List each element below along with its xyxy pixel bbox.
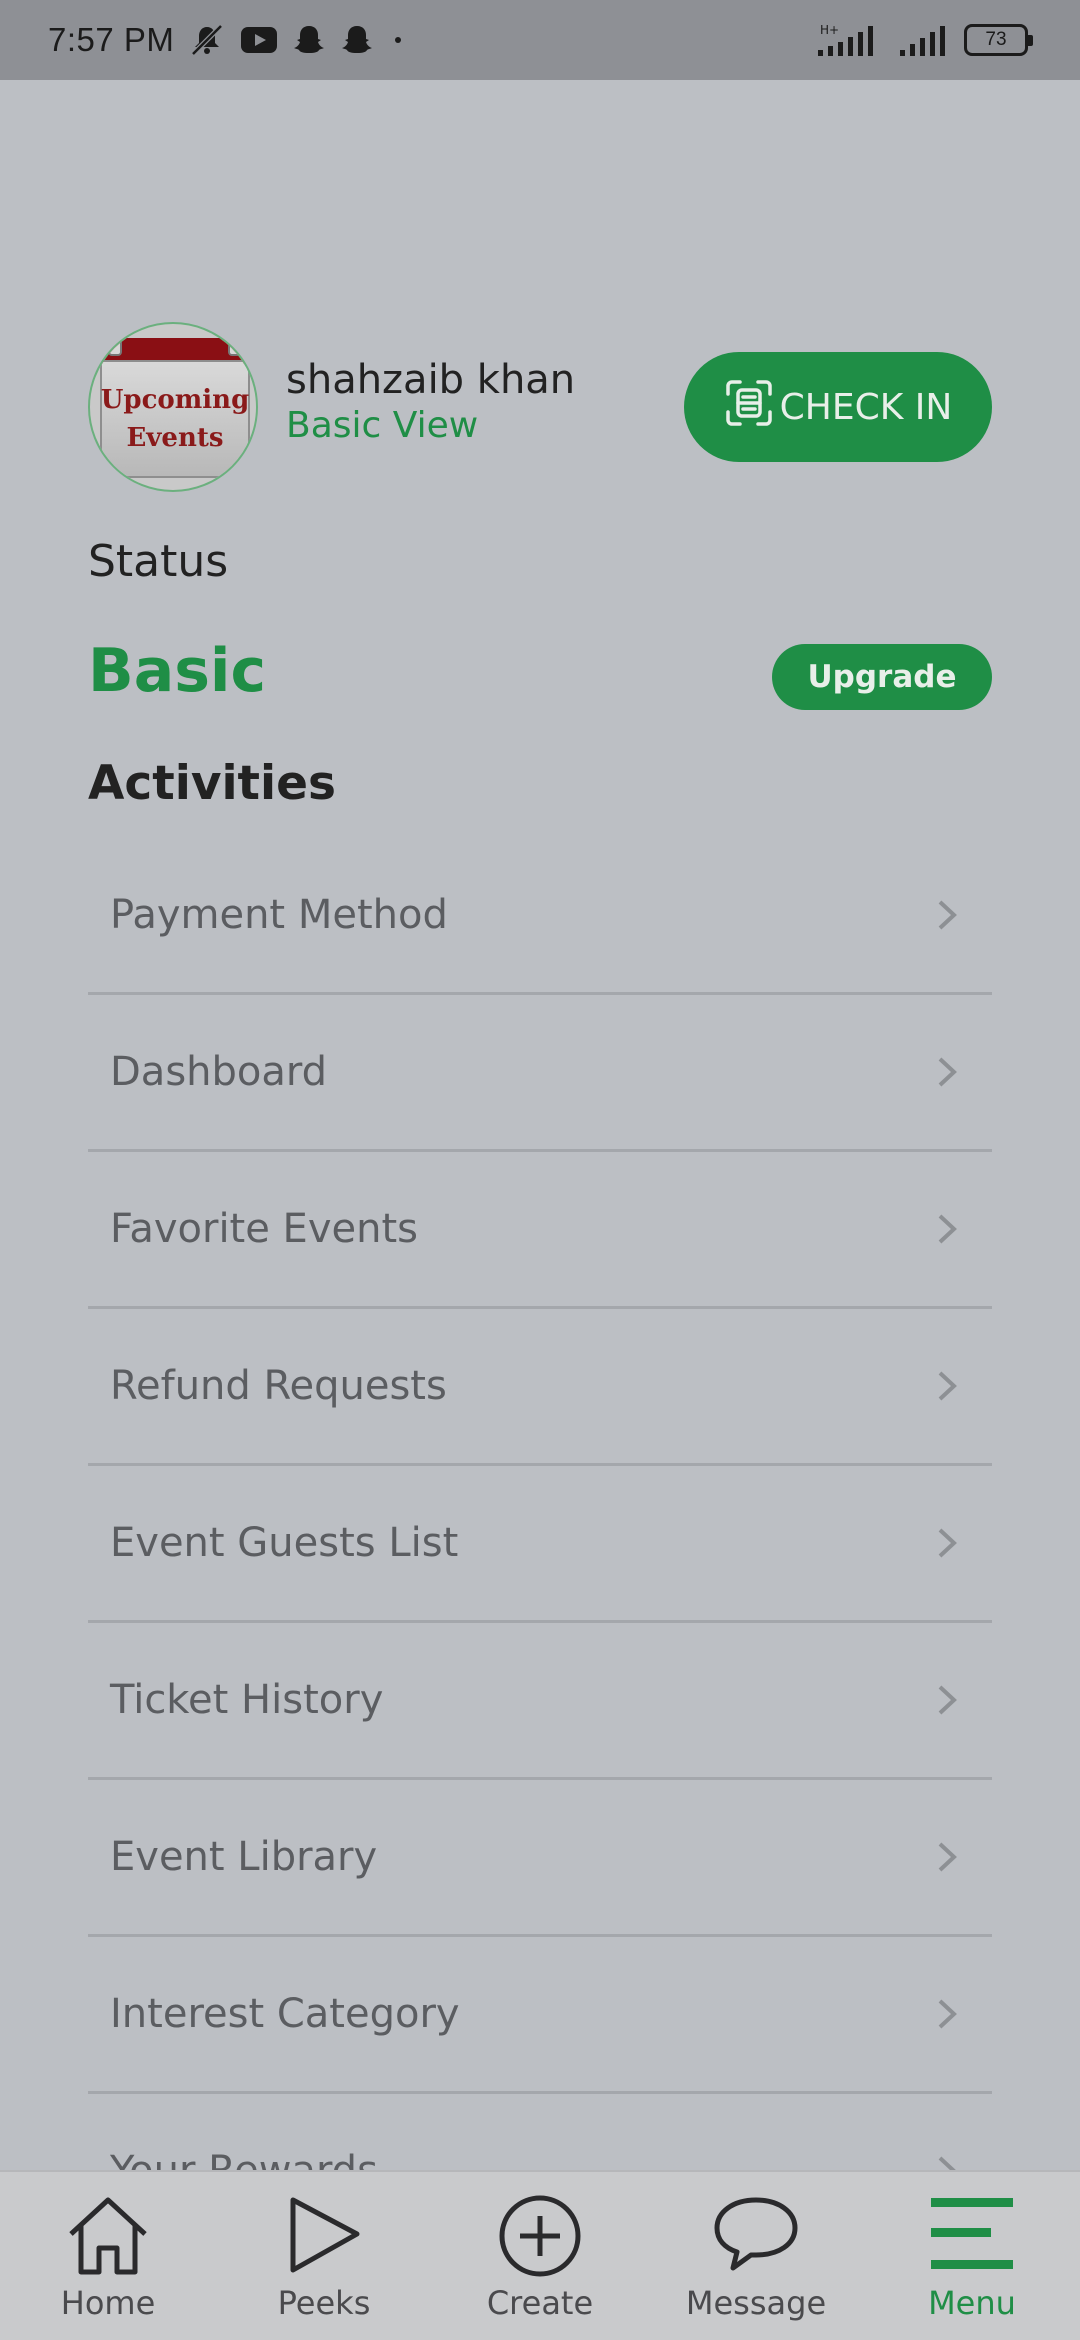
plus-circle-icon [495, 2192, 585, 2282]
nav-create[interactable]: Create [432, 2172, 648, 2340]
avatar-text-line1: Upcoming [100, 385, 250, 415]
mute-icon [188, 23, 226, 57]
menu-item-payment-method[interactable]: Payment Method [88, 838, 992, 995]
avatar-text-line2: Events [126, 423, 224, 453]
youtube-icon [240, 26, 278, 54]
nav-label: Home [60, 2284, 156, 2322]
bottom-nav: Home Peeks Create Message Menu [0, 2170, 1080, 2340]
nav-label: Peeks [277, 2284, 371, 2322]
profile-header: Upcoming Events shahzaib khan Basic View [88, 322, 992, 492]
menu-item-event-library[interactable]: Event Library [88, 1780, 992, 1937]
nav-label: Menu [928, 2284, 1016, 2322]
menu-item-refund-requests[interactable]: Refund Requests [88, 1309, 992, 1466]
nav-label: Create [486, 2284, 594, 2322]
activities-list: Payment Method Dashboard Favorite Events… [88, 838, 992, 2251]
status-bar-right: H+ 73 [814, 22, 1033, 58]
nav-peeks[interactable]: Peeks [216, 2172, 432, 2340]
nav-menu[interactable]: Menu [864, 2172, 1080, 2340]
chevron-right-icon [936, 1840, 958, 1874]
menu-item-favorite-events[interactable]: Favorite Events [88, 1152, 992, 1309]
menu-item-label: Refund Requests [110, 1363, 447, 1409]
menu-item-event-guests-list[interactable]: Event Guests List [88, 1466, 992, 1623]
menu-item-label: Event Guests List [110, 1520, 459, 1566]
status-time: 7:57 PM [48, 21, 175, 58]
menu-item-label: Payment Method [110, 892, 448, 938]
network-type-label: H+ [820, 23, 839, 37]
battery-icon: 73 [964, 24, 1033, 56]
status-heading: Status [88, 536, 229, 587]
avatar[interactable]: Upcoming Events [88, 322, 258, 492]
menu-item-label: Dashboard [110, 1049, 328, 1095]
menu-item-label: Favorite Events [110, 1206, 418, 1252]
status-bar: 7:57 PM H+ 73 [0, 0, 1080, 80]
snapchat-icon [340, 23, 374, 57]
menu-item-interest-category[interactable]: Interest Category [88, 1937, 992, 2094]
menu-icon [927, 2192, 1017, 2282]
menu-item-ticket-history[interactable]: Ticket History [88, 1623, 992, 1780]
menu-item-dashboard[interactable]: Dashboard [88, 995, 992, 1152]
check-in-label: CHECK IN [779, 386, 953, 428]
screen: 7:57 PM H+ 73 Upcoming Events shahzaib k… [0, 0, 1080, 2340]
chevron-right-icon [936, 1526, 958, 1560]
signal-icon [898, 22, 948, 58]
qr-scan-icon [724, 378, 774, 437]
activities-heading: Activities [88, 756, 336, 811]
nav-message[interactable]: Message [648, 2172, 864, 2340]
chevron-right-icon [936, 1055, 958, 1089]
nav-home[interactable]: Home [0, 2172, 216, 2340]
chevron-right-icon [936, 1369, 958, 1403]
user-name: shahzaib khan [286, 357, 576, 403]
chevron-right-icon [936, 1683, 958, 1717]
upgrade-button[interactable]: Upgrade [772, 644, 992, 710]
menu-item-label: Event Library [110, 1834, 378, 1880]
nav-label: Message [685, 2284, 827, 2322]
status-bar-left: 7:57 PM [48, 21, 408, 59]
home-icon [63, 2192, 153, 2282]
play-icon [279, 2192, 369, 2282]
chat-icon [711, 2192, 801, 2282]
plan-name: Basic [88, 636, 267, 706]
snapchat-icon [292, 23, 326, 57]
calendar-icon: Upcoming Events [100, 328, 250, 488]
battery-level: 73 [985, 29, 1007, 50]
menu-item-label: Interest Category [110, 1991, 460, 2037]
chevron-right-icon [936, 1212, 958, 1246]
menu-item-label: Ticket History [110, 1677, 384, 1723]
view-mode-link[interactable]: Basic View [286, 405, 478, 446]
signal-hplus-icon: H+ [814, 22, 882, 58]
notification-dot-icon [388, 30, 408, 50]
chevron-right-icon [936, 898, 958, 932]
chevron-right-icon [936, 1997, 958, 2031]
check-in-button[interactable]: CHECK IN [684, 352, 992, 462]
